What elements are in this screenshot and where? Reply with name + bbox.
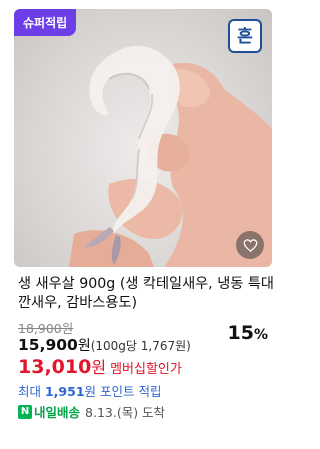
points-amount: 1,951 bbox=[44, 384, 85, 399]
points-info: 최대 1,951원 포인트 적립 bbox=[18, 381, 161, 400]
super-points-badge: 슈퍼적립 bbox=[14, 9, 77, 36]
sale-price-row: 15,900원(100g당 1,767원) bbox=[18, 335, 191, 355]
naver-delivery-icon: N bbox=[18, 404, 32, 419]
heart-outline-icon bbox=[243, 238, 257, 252]
delivery-info: N 내일배송 8.13.(목) 도착 bbox=[18, 402, 165, 421]
product-card[interactable]: 슈퍼적립 흔 생 새우살 900g (생 칵테일새우, 냉동 특대 깐새우, 감… bbox=[0, 0, 286, 449]
delivery-date: 8.13.(목) 도착 bbox=[85, 405, 166, 420]
member-price: 13,010 bbox=[18, 356, 92, 378]
product-image[interactable]: 슈퍼적립 흔 bbox=[14, 9, 272, 267]
sale-price: 15,900 bbox=[18, 336, 78, 354]
discount-percent-sign: % bbox=[253, 327, 268, 343]
discount-value: 15 bbox=[227, 322, 254, 344]
product-title[interactable]: 생 새우살 900g (생 칵테일새우, 냉동 특대 깐새우, 감바스용도) bbox=[18, 275, 274, 313]
unit-price: (100g당 1,767원) bbox=[90, 339, 191, 353]
points-prefix: 최대 bbox=[18, 384, 45, 399]
wishlist-button[interactable] bbox=[236, 231, 264, 259]
member-price-label: 멤버십할인가 bbox=[110, 362, 182, 377]
member-price-row: 13,010원 멤버십할인가 bbox=[18, 354, 182, 378]
discount-rate: 15% bbox=[228, 322, 268, 344]
brand-logo-icon: 흔 bbox=[228, 19, 262, 53]
member-price-currency: 원 bbox=[91, 358, 107, 377]
points-suffix: 원 포인트 적립 bbox=[84, 384, 162, 399]
sale-price-currency: 원 bbox=[77, 338, 91, 354]
delivery-label: 내일배송 bbox=[34, 405, 81, 420]
